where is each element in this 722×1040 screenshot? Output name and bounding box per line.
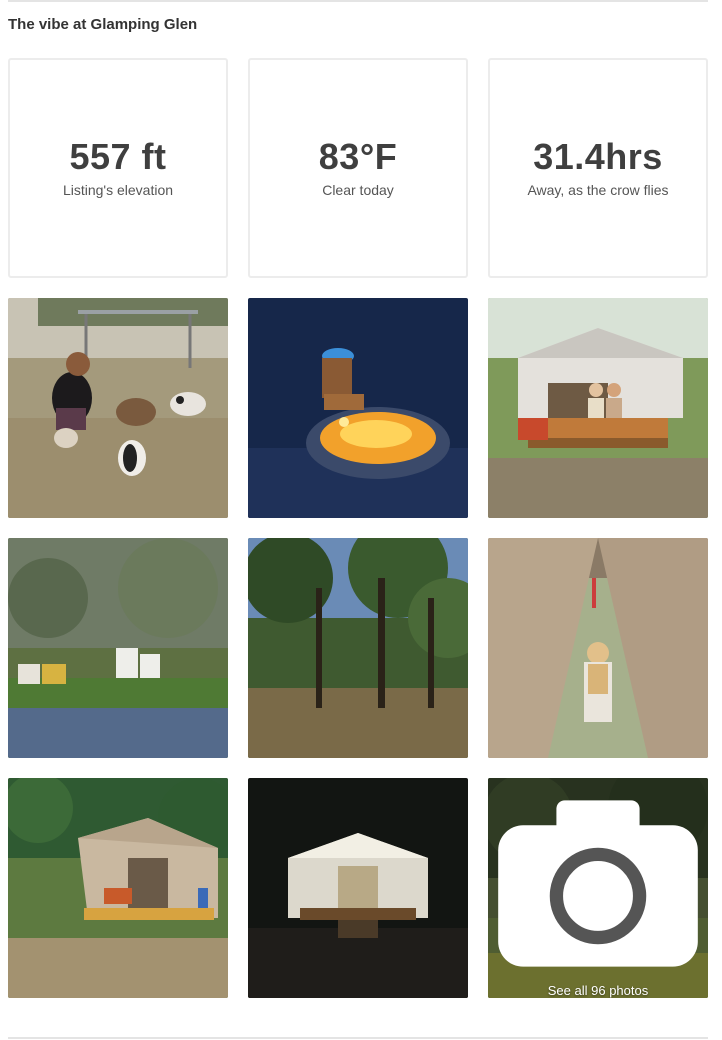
photo-tent-meadow-image — [8, 778, 228, 998]
photo-beehives[interactable] — [8, 538, 228, 758]
top-divider — [8, 0, 708, 2]
stat-label: Listing's elevation — [62, 182, 174, 198]
photo-tent-meadow[interactable] — [8, 778, 228, 998]
photo-tent-night[interactable] — [248, 778, 468, 998]
photo-woodland[interactable] — [248, 538, 468, 758]
stat-label: Clear today — [322, 182, 394, 198]
photo-tent-doorway[interactable] — [488, 538, 708, 758]
see-all-photos-label: See all 96 photos — [547, 983, 649, 998]
section-title: The vibe at Glamping Glen — [8, 16, 198, 33]
see-all-photos-overlay[interactable]: See all 96 photos — [488, 778, 708, 998]
photo-woodland-image — [248, 538, 468, 758]
photo-campfire-image — [248, 298, 468, 518]
photo-goats-image — [8, 298, 228, 518]
photo-tent-night-image — [248, 778, 468, 998]
photo-beehives-image — [8, 538, 228, 758]
photo-tent-doorway-image — [488, 538, 708, 758]
stat-card-elevation: 557 ft Listing's elevation — [8, 58, 228, 278]
photo-goats[interactable] — [8, 298, 228, 518]
photo-tent-couple[interactable] — [488, 298, 708, 518]
bottom-divider — [8, 1037, 708, 1039]
stat-card-distance: 31.4hrs Away, as the crow flies — [488, 58, 708, 278]
stat-value: 557 ft — [69, 136, 167, 177]
stat-value: 31.4hrs — [533, 136, 663, 177]
photo-campfire[interactable] — [248, 298, 468, 518]
camera-icon — [498, 800, 698, 967]
stat-label: Away, as the crow flies — [527, 182, 669, 198]
photo-see-all[interactable]: See all 96 photos — [488, 778, 708, 998]
stat-value: 83°F — [318, 136, 398, 177]
stat-card-weather: 83°F Clear today — [248, 58, 468, 278]
photo-tent-couple-image — [488, 298, 708, 518]
